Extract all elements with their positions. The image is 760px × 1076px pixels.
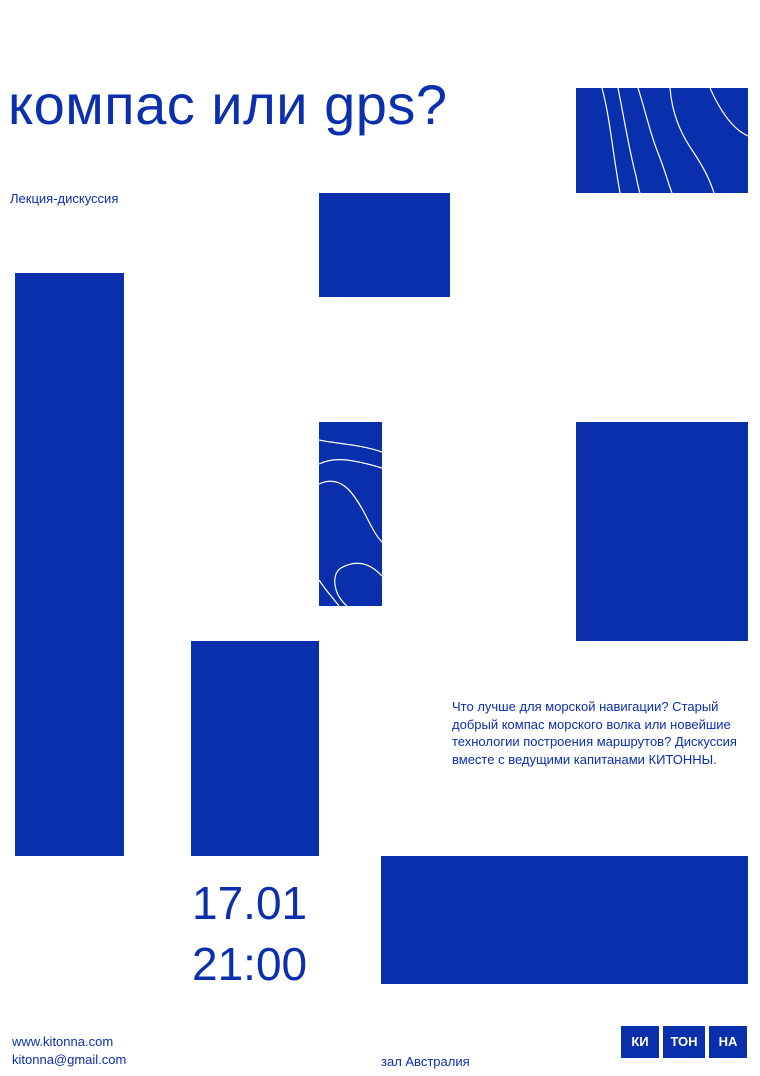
- logo-part-1: КИ: [621, 1026, 659, 1058]
- logo-part-2: ТОН: [663, 1026, 705, 1058]
- map-pattern-block-top: [576, 88, 748, 193]
- block-medium-center: [191, 641, 319, 856]
- email-link[interactable]: kitonna@gmail.com: [12, 1051, 126, 1069]
- block-wide-bottom: [381, 856, 748, 984]
- contour-lines-graphic: [319, 439, 382, 606]
- logo-part-3: НА: [709, 1026, 747, 1058]
- contour-lines-graphic: [601, 88, 748, 193]
- map-pattern-block-middle: [319, 422, 382, 606]
- brand-logo: КИ ТОН НА: [621, 1026, 747, 1058]
- event-type: Лекция-дискуссия: [10, 191, 119, 206]
- venue-label: зал Австралия: [381, 1054, 470, 1069]
- event-title: компас или gps?: [8, 73, 448, 136]
- website-link[interactable]: www.kitonna.com: [12, 1033, 113, 1051]
- block-square-top: [319, 193, 450, 297]
- event-date: 17.01: [192, 877, 308, 929]
- event-description: Что лучше для морской навигации? Старый …: [452, 699, 737, 767]
- block-square-right: [576, 422, 748, 641]
- event-time: 21:00: [192, 938, 308, 990]
- block-tall-left: [15, 273, 124, 856]
